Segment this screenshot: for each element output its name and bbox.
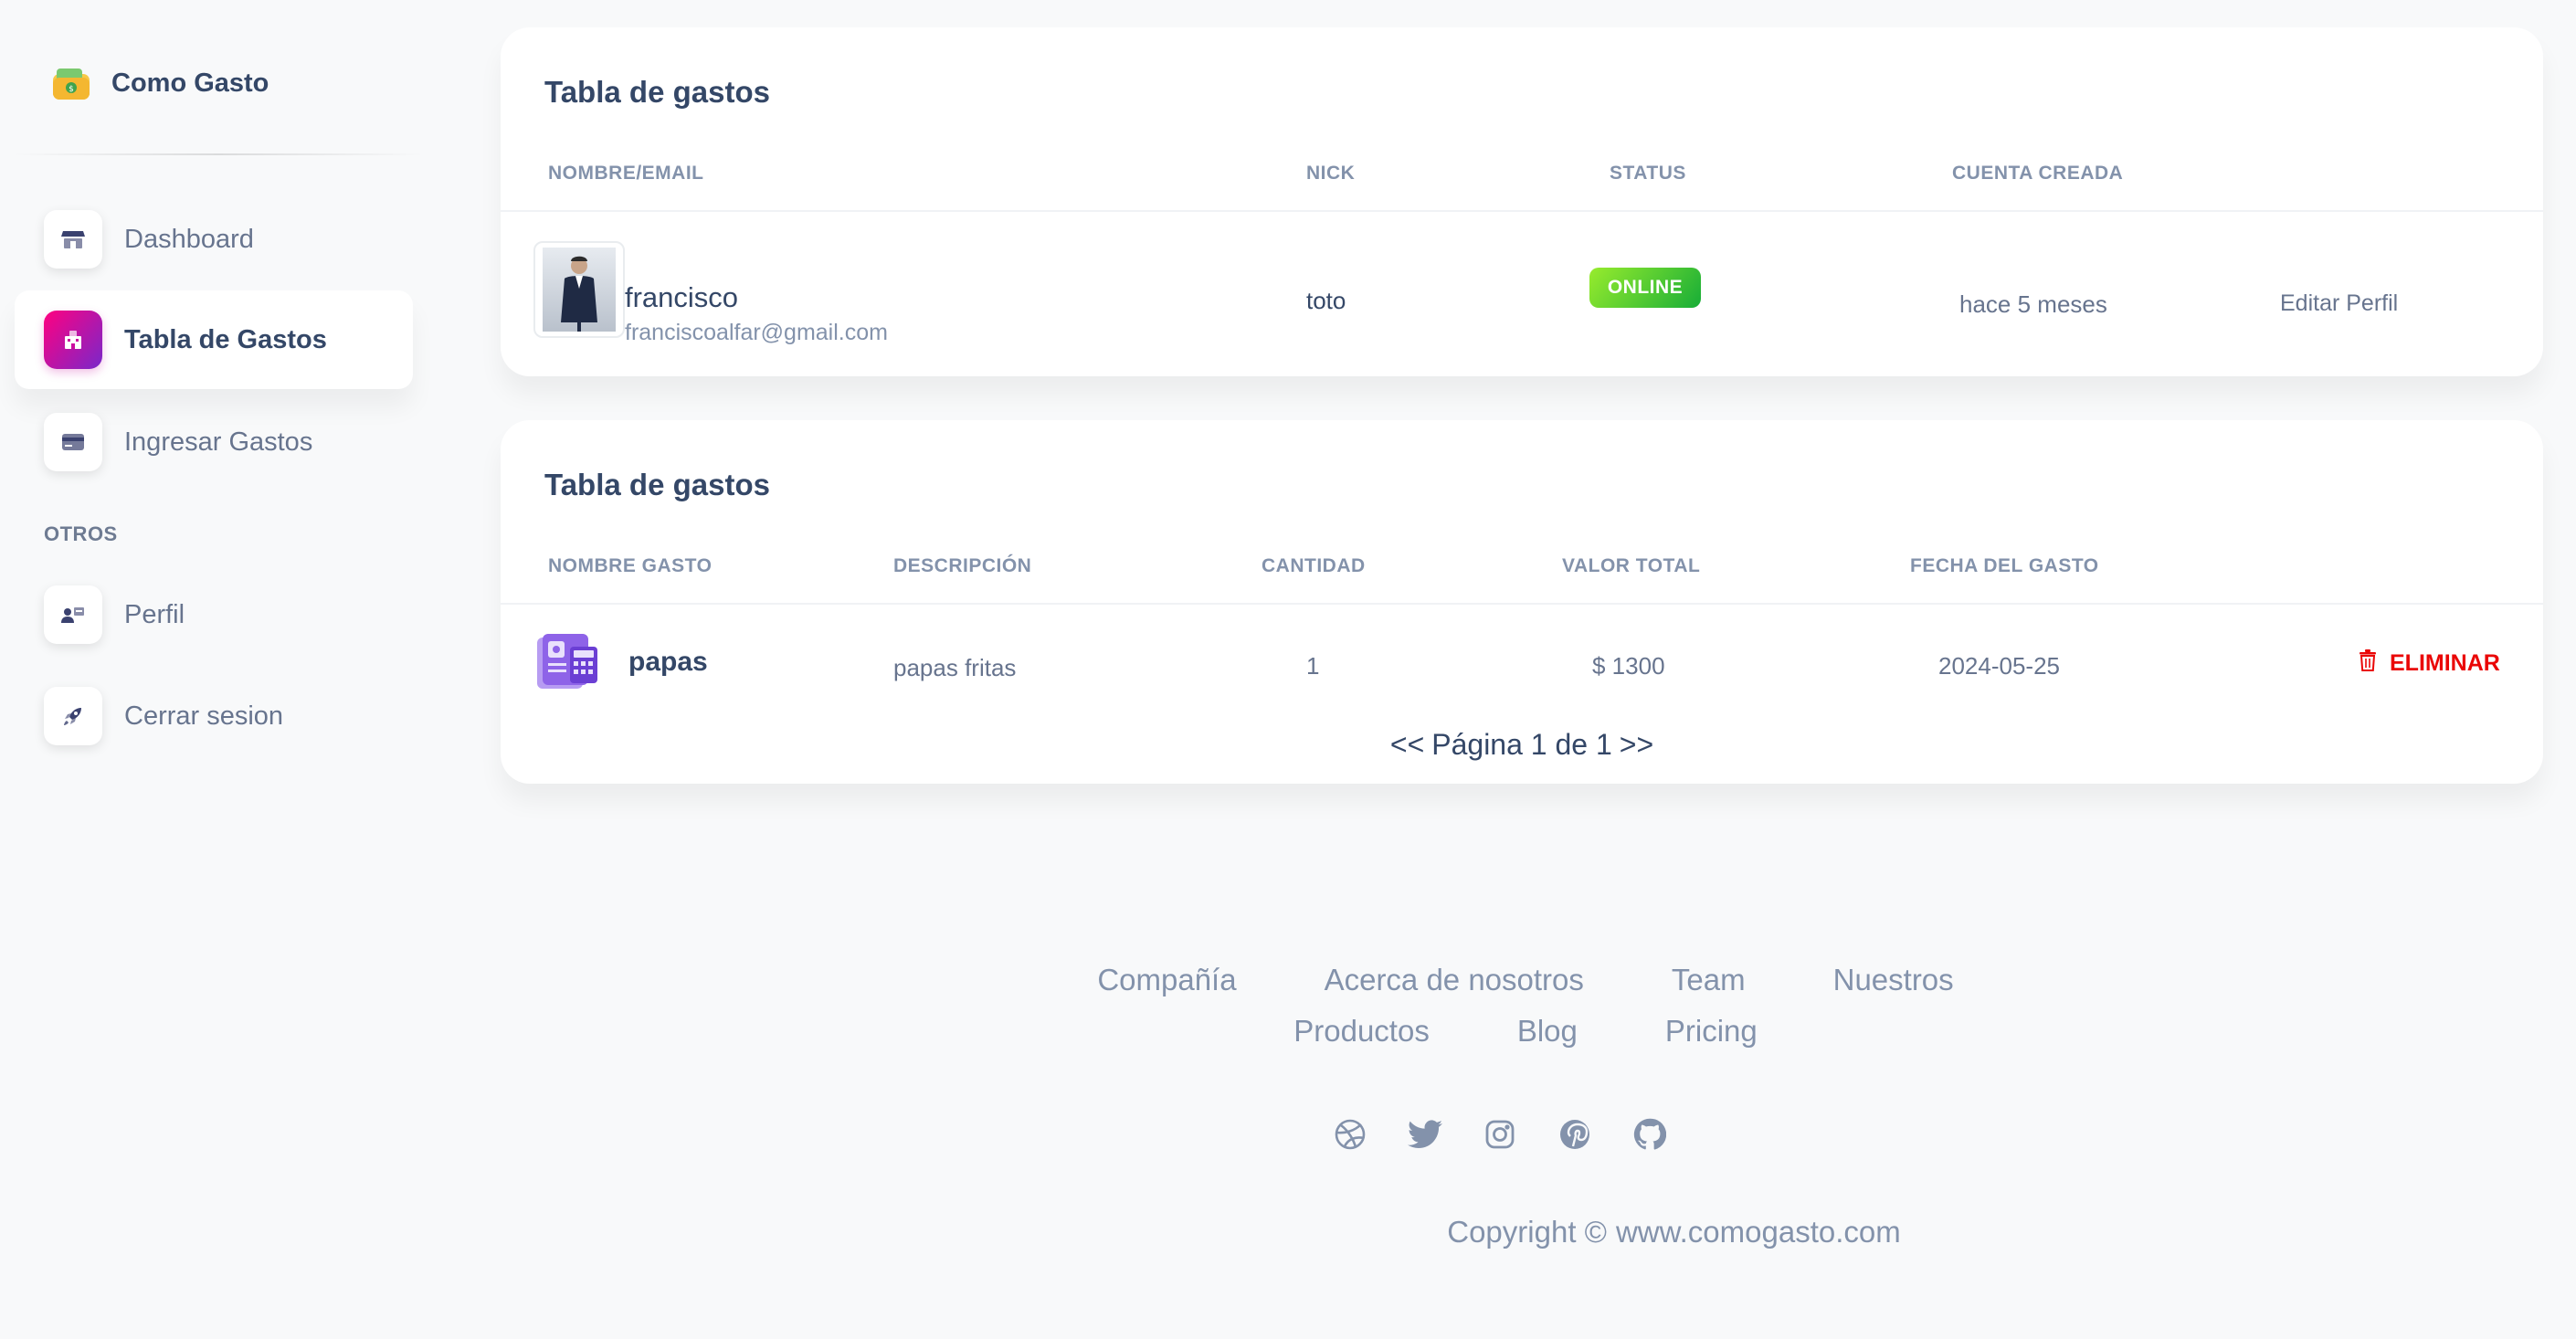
column-header: FECHA DEL GASTO [1910, 555, 2099, 576]
users-table-card: Tabla de gastos NOMBRE/EMAIL NICK STATUS… [501, 27, 2543, 376]
column-header: STATUS [1610, 163, 1686, 184]
user-email: franciscoalfar@gmail.com [625, 320, 888, 345]
sidebar-item-tabla-de-gastos[interactable]: Tabla de Gastos [15, 290, 413, 389]
user-nick: toto [1306, 287, 1346, 314]
footer-link-blog[interactable]: Blog [1517, 1014, 1578, 1049]
sidebar-item-perfil[interactable]: Perfil [15, 565, 413, 664]
github-icon[interactable] [1631, 1116, 1668, 1153]
pagination: << Página 1 de 1 >> [501, 728, 2543, 762]
sidebar-item-label: Ingresar Gastos [124, 427, 313, 457]
wallet-icon: $ [51, 63, 91, 103]
footer-link-compania[interactable]: Compañía [1097, 963, 1236, 997]
rocket-icon [44, 687, 102, 745]
avatar [533, 241, 625, 338]
footer-link-productos[interactable]: Productos [1293, 1014, 1430, 1049]
pinterest-icon[interactable] [1557, 1116, 1593, 1153]
delete-label: ELIMINAR [2390, 649, 2500, 676]
sidebar-item-label: Cerrar sesion [124, 701, 284, 731]
shop-icon [44, 210, 102, 269]
footer-link-team[interactable]: Team [1672, 963, 1746, 997]
column-header: NOMBRE/EMAIL [548, 163, 704, 184]
footer-link-nuestros[interactable]: Nuestros [1833, 963, 1954, 997]
row-divider [501, 210, 2543, 212]
column-header: NICK [1306, 163, 1356, 184]
column-header: CANTIDAD [1262, 555, 1366, 576]
card-title: Tabla de gastos [544, 468, 770, 501]
user-name: francisco [625, 281, 739, 313]
user-card-icon [44, 585, 102, 644]
copyright: Copyright © www.comogasto.com [0, 1215, 2576, 1249]
credit-card-icon [44, 413, 102, 471]
column-header: CUENTA CREADA [1952, 163, 2124, 184]
column-header: VALOR TOTAL [1562, 555, 1701, 576]
expense-quantity: 1 [1306, 652, 1320, 680]
expense-name: papas [628, 647, 708, 677]
sidebar-item-label: Tabla de Gastos [124, 324, 327, 354]
edit-profile-link[interactable]: Editar Perfil [2280, 290, 2398, 317]
sidebar-item-label: Dashboard [124, 224, 254, 254]
copyright-site[interactable]: www.comogasto.com [1616, 1215, 1901, 1249]
footer-link-acerca[interactable]: Acerca de nosotros [1325, 963, 1584, 997]
receipt-icon [533, 632, 603, 692]
svg-text:$: $ [69, 85, 74, 94]
card-title: Tabla de gastos [544, 75, 770, 109]
next-page-link[interactable]: >> [1620, 728, 1653, 762]
social-links [1332, 1116, 1668, 1153]
footer-links: Compañía Acerca de nosotros Team Nuestro… [1096, 963, 1955, 1049]
sidebar-item-label: Perfil [124, 599, 185, 629]
expenses-table-card: Tabla de gastos NOMBRE GASTO DESCRIPCIÓN… [501, 420, 2543, 784]
page-indicator: Página 1 de 1 [1431, 728, 1612, 761]
expense-date: 2024-05-25 [1938, 652, 2060, 680]
office-icon [44, 311, 102, 369]
dribbble-icon[interactable] [1332, 1116, 1368, 1153]
account-created: hace 5 meses [1959, 290, 2107, 318]
twitter-icon[interactable] [1407, 1116, 1443, 1153]
sidebar-item-ingresar-gastos[interactable]: Ingresar Gastos [15, 393, 413, 491]
prev-page-link[interactable]: << [1390, 728, 1424, 762]
row-divider [501, 603, 2543, 605]
sidebar-divider [13, 153, 424, 155]
brand[interactable]: $ Como Gasto [51, 60, 269, 106]
column-header: NOMBRE GASTO [548, 555, 713, 576]
sidebar: $ Como Gasto Dashboard Tabla de Gastos I… [0, 0, 429, 1339]
trash-icon [2359, 648, 2377, 678]
sidebar-item-dashboard[interactable]: Dashboard [15, 190, 413, 289]
expense-total: $ 1300 [1592, 652, 1665, 680]
column-header: DESCRIPCIÓN [893, 555, 1032, 576]
sidebar-section-label: OTROS [44, 522, 118, 545]
footer-link-pricing[interactable]: Pricing [1665, 1014, 1758, 1049]
instagram-icon[interactable] [1482, 1116, 1518, 1153]
sidebar-item-cerrar-sesion[interactable]: Cerrar sesion [15, 667, 413, 765]
copyright-text: Copyright © [1447, 1215, 1607, 1249]
expense-description: papas fritas [893, 654, 1017, 681]
brand-name: Como Gasto [111, 68, 269, 98]
status-badge: ONLINE [1589, 268, 1701, 308]
delete-button[interactable]: ELIMINAR [2359, 645, 2500, 681]
